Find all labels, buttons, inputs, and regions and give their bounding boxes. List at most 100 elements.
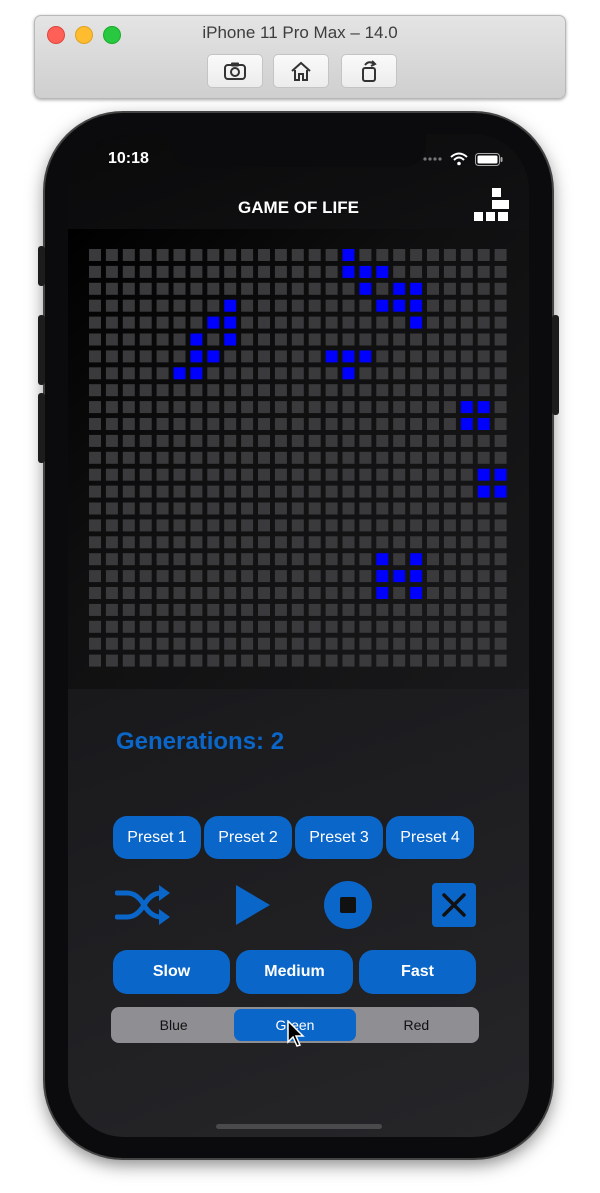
dead-cell[interactable]: [443, 468, 456, 481]
dead-cell[interactable]: [291, 401, 304, 414]
dead-cell[interactable]: [139, 401, 152, 414]
dead-cell[interactable]: [139, 384, 152, 397]
speed-fast-button[interactable]: Fast: [359, 950, 476, 994]
dead-cell[interactable]: [342, 485, 355, 498]
dead-cell[interactable]: [410, 384, 423, 397]
dead-cell[interactable]: [376, 316, 389, 329]
dead-cell[interactable]: [173, 553, 186, 566]
dead-cell[interactable]: [342, 502, 355, 515]
dead-cell[interactable]: [460, 637, 473, 650]
dead-cell[interactable]: [359, 603, 372, 616]
dead-cell[interactable]: [376, 249, 389, 261]
dead-cell[interactable]: [427, 401, 439, 414]
dead-cell[interactable]: [190, 468, 203, 481]
dead-cell[interactable]: [393, 265, 406, 278]
dead-cell[interactable]: [122, 299, 135, 312]
dead-cell[interactable]: [173, 316, 186, 329]
dead-cell[interactable]: [494, 603, 507, 616]
dead-cell[interactable]: [224, 502, 237, 515]
dead-cell[interactable]: [258, 384, 270, 397]
dead-cell[interactable]: [342, 434, 355, 447]
dead-cell[interactable]: [122, 401, 135, 414]
dead-cell[interactable]: [241, 502, 254, 515]
dead-cell[interactable]: [241, 451, 254, 464]
dead-cell[interactable]: [241, 620, 254, 633]
live-cell[interactable]: [359, 282, 372, 295]
dead-cell[interactable]: [359, 401, 372, 414]
dead-cell[interactable]: [207, 367, 220, 380]
clear-button[interactable]: [432, 881, 476, 929]
dead-cell[interactable]: [156, 519, 169, 532]
dead-cell[interactable]: [427, 418, 439, 430]
dead-cell[interactable]: [89, 536, 101, 549]
dead-cell[interactable]: [89, 401, 101, 414]
dead-cell[interactable]: [89, 249, 101, 261]
dead-cell[interactable]: [139, 637, 152, 650]
dead-cell[interactable]: [207, 299, 220, 312]
dead-cell[interactable]: [156, 502, 169, 515]
dead-cell[interactable]: [258, 350, 270, 363]
dead-cell[interactable]: [122, 350, 135, 363]
dead-cell[interactable]: [359, 468, 372, 481]
dead-cell[interactable]: [291, 587, 304, 599]
dead-cell[interactable]: [139, 553, 152, 566]
dead-cell[interactable]: [325, 316, 338, 329]
dead-cell[interactable]: [427, 603, 439, 616]
home-button[interactable]: [273, 54, 329, 88]
dead-cell[interactable]: [105, 249, 118, 261]
dead-cell[interactable]: [443, 519, 456, 532]
dead-cell[interactable]: [443, 265, 456, 278]
live-cell[interactable]: [376, 299, 389, 312]
dead-cell[interactable]: [291, 434, 304, 447]
dead-cell[interactable]: [410, 603, 423, 616]
dead-cell[interactable]: [427, 587, 439, 599]
dead-cell[interactable]: [308, 570, 321, 583]
dead-cell[interactable]: [494, 299, 507, 312]
dead-cell[interactable]: [258, 485, 270, 498]
dead-cell[interactable]: [477, 350, 490, 363]
dead-cell[interactable]: [460, 265, 473, 278]
dead-cell[interactable]: [308, 401, 321, 414]
dead-cell[interactable]: [443, 282, 456, 295]
dead-cell[interactable]: [258, 401, 270, 414]
dead-cell[interactable]: [122, 384, 135, 397]
dead-cell[interactable]: [376, 536, 389, 549]
dead-cell[interactable]: [494, 265, 507, 278]
dead-cell[interactable]: [105, 553, 118, 566]
dead-cell[interactable]: [274, 603, 287, 616]
dead-cell[interactable]: [393, 620, 406, 633]
dead-cell[interactable]: [359, 384, 372, 397]
dead-cell[interactable]: [139, 502, 152, 515]
dead-cell[interactable]: [139, 536, 152, 549]
dead-cell[interactable]: [325, 536, 338, 549]
dead-cell[interactable]: [359, 536, 372, 549]
dead-cell[interactable]: [308, 418, 321, 430]
dead-cell[interactable]: [308, 603, 321, 616]
dead-cell[interactable]: [156, 587, 169, 599]
dead-cell[interactable]: [224, 418, 237, 430]
dead-cell[interactable]: [105, 282, 118, 295]
dead-cell[interactable]: [342, 620, 355, 633]
preset-1-button[interactable]: Preset 1: [113, 816, 201, 859]
dead-cell[interactable]: [359, 637, 372, 650]
dead-cell[interactable]: [359, 502, 372, 515]
dead-cell[interactable]: [410, 249, 423, 261]
dead-cell[interactable]: [122, 485, 135, 498]
dead-cell[interactable]: [291, 350, 304, 363]
dead-cell[interactable]: [342, 451, 355, 464]
dead-cell[interactable]: [393, 249, 406, 261]
dead-cell[interactable]: [427, 367, 439, 380]
dead-cell[interactable]: [105, 401, 118, 414]
dead-cell[interactable]: [494, 282, 507, 295]
dead-cell[interactable]: [258, 654, 270, 667]
dead-cell[interactable]: [122, 502, 135, 515]
dead-cell[interactable]: [207, 451, 220, 464]
dead-cell[interactable]: [477, 384, 490, 397]
dead-cell[interactable]: [241, 316, 254, 329]
dead-cell[interactable]: [156, 620, 169, 633]
dead-cell[interactable]: [325, 519, 338, 532]
dead-cell[interactable]: [274, 401, 287, 414]
dead-cell[interactable]: [156, 333, 169, 346]
dead-cell[interactable]: [173, 350, 186, 363]
dead-cell[interactable]: [460, 553, 473, 566]
